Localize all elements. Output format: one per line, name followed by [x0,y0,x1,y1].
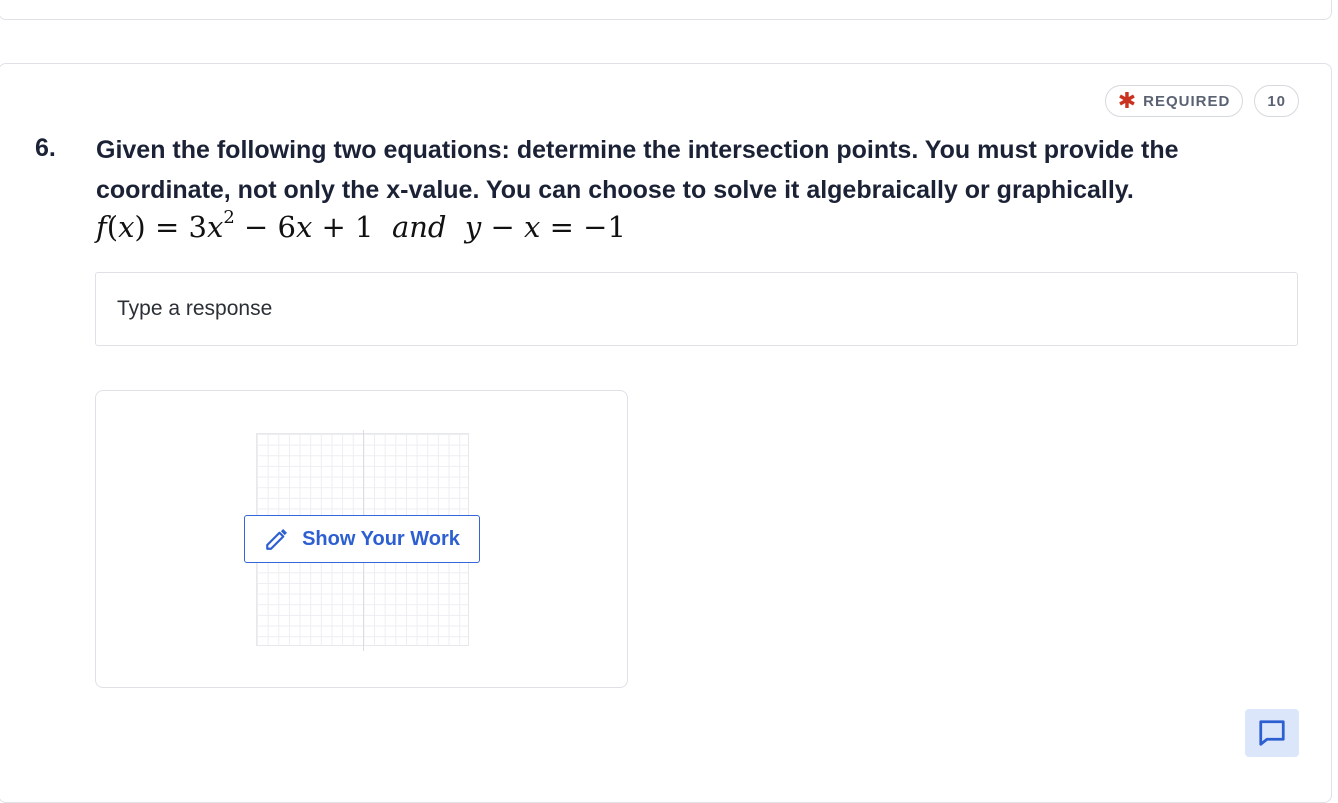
points-badge: 10 [1254,85,1299,117]
required-badge: ✱ REQUIRED [1104,85,1244,117]
math-y: y [464,210,482,244]
question-number: 6. [35,134,56,162]
math-and: and [391,210,447,244]
question-card: ✱ REQUIRED 10 6. Given the following two… [0,63,1332,803]
question-equation: f(x) = 3x2 − 6x + 1 and y − x = −1 [96,207,626,244]
math-const: + 1 [321,210,374,244]
chat-bubble-icon [1259,720,1285,746]
previous-question-card [0,0,1332,20]
required-label: REQUIRED [1143,92,1231,110]
response-placeholder: Type a response [117,297,273,320]
show-work-panel: Show Your Work [95,390,628,688]
math-x3: x [295,210,313,244]
math-eq: = [154,210,180,244]
question-prompt: Given the following two equations: deter… [96,136,1179,204]
show-your-work-button[interactable]: Show Your Work [244,515,480,563]
show-your-work-label: Show Your Work [302,527,460,550]
math-exp: 2 [223,207,235,228]
points-value: 10 [1267,92,1286,110]
asterisk-icon: ✱ [1117,88,1138,113]
question-badges: ✱ REQUIRED 10 [1104,85,1299,117]
comment-button[interactable] [1245,709,1299,757]
math-x: x [118,210,135,244]
math-rest: − 6 [243,210,296,244]
math-x2: x [206,210,224,244]
pencil-icon [266,529,288,550]
response-input[interactable]: Type a response [95,272,1298,346]
math-minus: − [490,210,515,244]
math-x4: x [524,210,541,244]
math-coef: 3 [188,210,207,244]
math-rhs: = −1 [549,210,626,244]
math-f: f [96,210,107,244]
